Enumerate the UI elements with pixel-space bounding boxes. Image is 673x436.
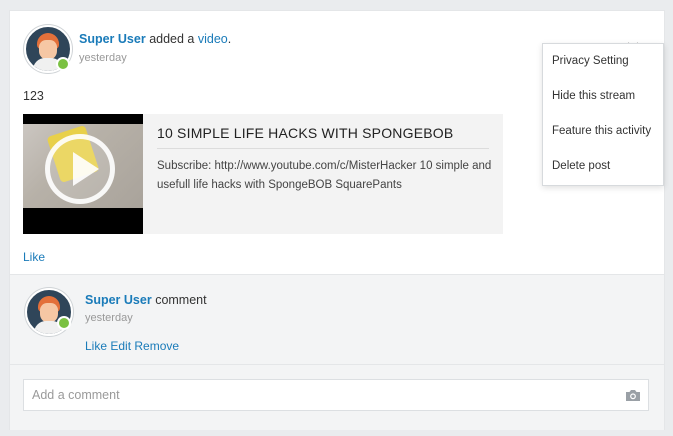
comment-text: comment [155, 293, 207, 307]
comment-list: Super User comment yesterday Like Edit R… [10, 274, 664, 364]
menu-item-feature-activity[interactable]: Feature this activity [543, 114, 663, 149]
post-timestamp: yesterday [79, 52, 127, 64]
avatar-face [40, 303, 58, 323]
comment-line: Super User comment [85, 293, 207, 307]
comment-input[interactable] [23, 379, 649, 411]
comment-timestamp: yesterday [85, 312, 133, 324]
video-description: Subscribe: http://www.youtube.com/c/Mist… [157, 160, 492, 191]
menu-item-privacy-setting[interactable]: Privacy Setting [543, 44, 663, 79]
post-author-link[interactable]: Super User [79, 32, 146, 46]
post-object-link[interactable]: video [198, 32, 228, 46]
video-title[interactable]: 10 SIMPLE LIFE HACKS WITH SPONGEBOB [157, 125, 453, 141]
post-action-text: added a [149, 32, 195, 46]
menu-item-delete-post[interactable]: Delete post [543, 149, 663, 184]
online-status-dot [57, 316, 71, 330]
comment-author-link[interactable]: Super User [85, 293, 152, 307]
comment-like-button[interactable]: Like [85, 339, 107, 353]
online-status-dot [56, 57, 70, 71]
like-button[interactable]: Like [23, 250, 45, 264]
camera-icon[interactable] [625, 389, 641, 402]
video-thumbnail[interactable] [23, 114, 143, 234]
post-period: . [227, 32, 232, 46]
video-attachment[interactable]: 10 SIMPLE LIFE HACKS WITH SPONGEBOB Subs… [23, 114, 503, 234]
divider [157, 148, 489, 149]
activity-card: Super User added a video. yesterday Priv… [9, 10, 665, 430]
post-headline: Super User added a video. [79, 32, 231, 46]
play-triangle [73, 152, 99, 186]
comment-composer [10, 364, 664, 430]
post-text: 123 [23, 89, 44, 103]
comment-actions: Like Edit Remove [85, 339, 179, 353]
comment-edit-button[interactable]: Edit [110, 339, 131, 353]
comment-remove-button[interactable]: Remove [134, 339, 179, 353]
menu-item-hide-stream[interactable]: Hide this stream [543, 79, 663, 114]
avatar-face [39, 40, 57, 60]
post-options-menu: Privacy Setting Hide this stream Feature… [542, 43, 664, 186]
